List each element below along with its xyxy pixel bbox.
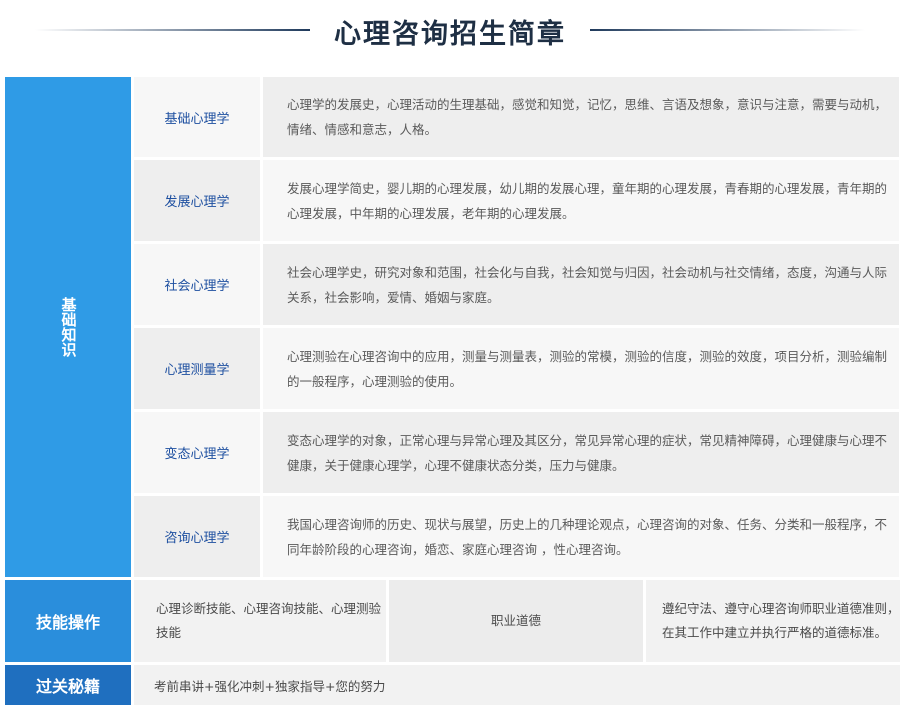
subject-basic-psychology: 基础心理学 (134, 77, 260, 157)
subject-counseling-psychology: 咨询心理学 (134, 496, 260, 577)
subject-psychometrics: 心理测量学 (134, 328, 260, 409)
page-title: 心理咨询招生简章 (334, 19, 566, 50)
subject-desc: 发展心理学简史，婴儿期的心理发展，幼儿期的发展心理，童年期的心理发展，青春期的心… (263, 160, 899, 241)
title-divider-left (35, 29, 310, 31)
subject-abnormal-psychology: 变态心理学 (134, 412, 260, 493)
subject-social-psychology: 社会心理学 (134, 244, 260, 325)
title-divider-right (590, 29, 865, 31)
skill-ethics-label: 职业道德 (389, 580, 643, 662)
subject-desc: 社会心理学史，研究对象和范围，社会化与自我，社会知觉与归因，社会动机与社交情绪，… (263, 244, 899, 325)
title-bar: 心理咨询招生简章 (0, 0, 903, 60)
subject-desc: 心理测验在心理咨询中的应用，测量与测量表，测验的常模，测验的信度，测验的效度，项… (263, 328, 899, 409)
subject-desc: 心理学的发展史，心理活动的生理基础，感觉和知觉，记忆，思维、言语及想象，意识与注… (263, 77, 899, 157)
category-basic-knowledge: 基础知识 (5, 77, 131, 577)
skill-ethics-desc: 遵纪守法、遵守心理咨询师职业道德准则，在其工作中建立并执行严格的道德标准。 (646, 580, 900, 662)
tips-text: 考前串讲+强化冲刺+独家指导+您的努力 (134, 665, 900, 705)
subject-developmental-psychology: 发展心理学 (134, 160, 260, 241)
subject-desc: 我国心理咨询师的历史、现状与展望，历史上的几种理论观点，心理咨询的对象、任务、分… (263, 496, 899, 577)
category-tips: 过关秘籍 (5, 665, 131, 705)
category-skill-operation: 技能操作 (5, 580, 131, 662)
subject-desc: 变态心理学的对象，正常心理与异常心理及其区分，常见异常心理的症状，常见精神障碍，… (263, 412, 899, 493)
skill-list: 心理诊断技能、心理咨询技能、心理测验技能 (134, 580, 386, 662)
